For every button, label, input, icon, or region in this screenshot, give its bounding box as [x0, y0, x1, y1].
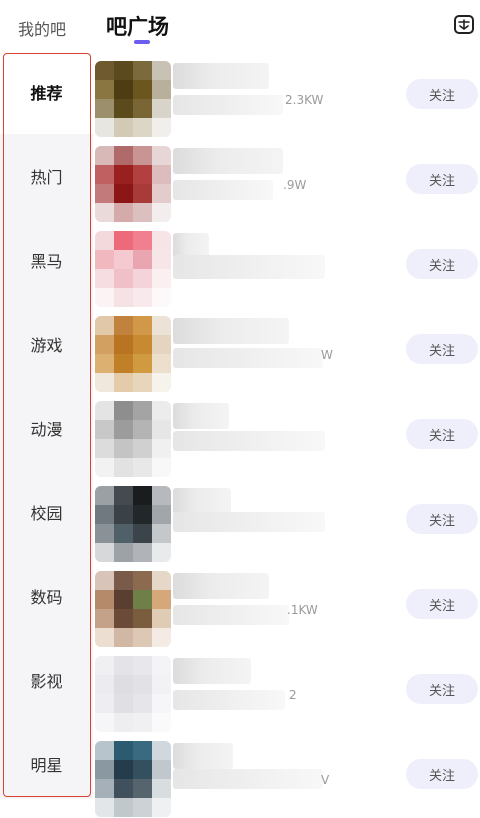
top-nav: 我的吧 吧广场	[0, 0, 480, 50]
sidebar-item-dark-horse[interactable]: 黑马	[0, 218, 93, 302]
sign-in-calendar-icon[interactable]	[452, 12, 476, 36]
member-count: V	[321, 773, 330, 787]
bar-avatar	[95, 741, 171, 817]
bar-avatar	[95, 316, 171, 392]
bar-name-blurred	[173, 658, 251, 684]
bar-desc-blurred	[173, 605, 289, 625]
follow-button[interactable]: 关注	[406, 249, 478, 279]
list-item[interactable]: 关注	[93, 478, 480, 563]
sidebar-item-celebrity[interactable]: 明星	[0, 722, 93, 806]
member-count: 2	[289, 688, 297, 702]
category-sidebar: 推荐 热门 黑马 游戏 动漫 校园 数码 影视 明星	[0, 50, 93, 799]
list-item[interactable]: 2.3KW 关注	[93, 53, 480, 138]
tab-my-bars[interactable]: 我的吧	[18, 16, 66, 40]
bar-avatar	[95, 571, 171, 647]
bar-avatar	[95, 231, 171, 307]
follow-button[interactable]: 关注	[406, 504, 478, 534]
sidebar-item-hot[interactable]: 热门	[0, 134, 93, 218]
sidebar-item-digital[interactable]: 数码	[0, 554, 93, 638]
bar-desc-blurred	[173, 690, 285, 710]
bar-desc-blurred	[173, 769, 323, 789]
follow-button[interactable]: 关注	[406, 334, 478, 364]
bar-name-blurred	[173, 63, 269, 89]
tab-bar-square[interactable]: 吧广场	[106, 11, 169, 41]
list-item[interactable]: 关注	[93, 223, 480, 308]
list-item[interactable]: V 关注	[93, 733, 480, 818]
follow-button[interactable]: 关注	[406, 674, 478, 704]
follow-button[interactable]: 关注	[406, 589, 478, 619]
bar-avatar	[95, 401, 171, 477]
bar-name-blurred	[173, 488, 231, 514]
sidebar-item-recommend[interactable]: 推荐	[0, 50, 93, 134]
bar-desc-blurred	[173, 180, 273, 200]
bar-avatar	[95, 61, 171, 137]
bar-name-blurred	[173, 573, 269, 599]
sidebar-item-anime[interactable]: 动漫	[0, 386, 93, 470]
sidebar-item-campus[interactable]: 校园	[0, 470, 93, 554]
bar-name-blurred	[173, 148, 283, 174]
member-count: .1KW	[287, 603, 318, 617]
bar-desc-blurred	[173, 431, 325, 451]
member-count: W	[321, 348, 333, 362]
list-item[interactable]: 2 关注	[93, 648, 480, 733]
bar-name-blurred	[173, 403, 229, 429]
bar-desc-blurred	[173, 512, 325, 532]
follow-button[interactable]: 关注	[406, 759, 478, 789]
bar-avatar	[95, 486, 171, 562]
bar-desc-blurred	[173, 348, 323, 368]
follow-button[interactable]: 关注	[406, 164, 478, 194]
bar-desc-blurred	[173, 95, 283, 115]
follow-button[interactable]: 关注	[406, 419, 478, 449]
bar-avatar	[95, 656, 171, 732]
active-tab-indicator	[134, 40, 150, 44]
list-item[interactable]: .1KW 关注	[93, 563, 480, 648]
bar-avatar	[95, 146, 171, 222]
list-item[interactable]: W 关注	[93, 308, 480, 393]
bar-desc-blurred	[173, 255, 325, 279]
list-item[interactable]: .9W 关注	[93, 138, 480, 223]
bar-name-blurred	[173, 743, 233, 769]
sidebar-item-film-tv[interactable]: 影视	[0, 638, 93, 722]
list-item[interactable]: 关注	[93, 393, 480, 478]
member-count: .9W	[283, 178, 307, 192]
member-count: 2.3KW	[285, 93, 324, 107]
follow-button[interactable]: 关注	[406, 79, 478, 109]
sidebar-item-games[interactable]: 游戏	[0, 302, 93, 386]
bar-name-blurred	[173, 318, 289, 344]
